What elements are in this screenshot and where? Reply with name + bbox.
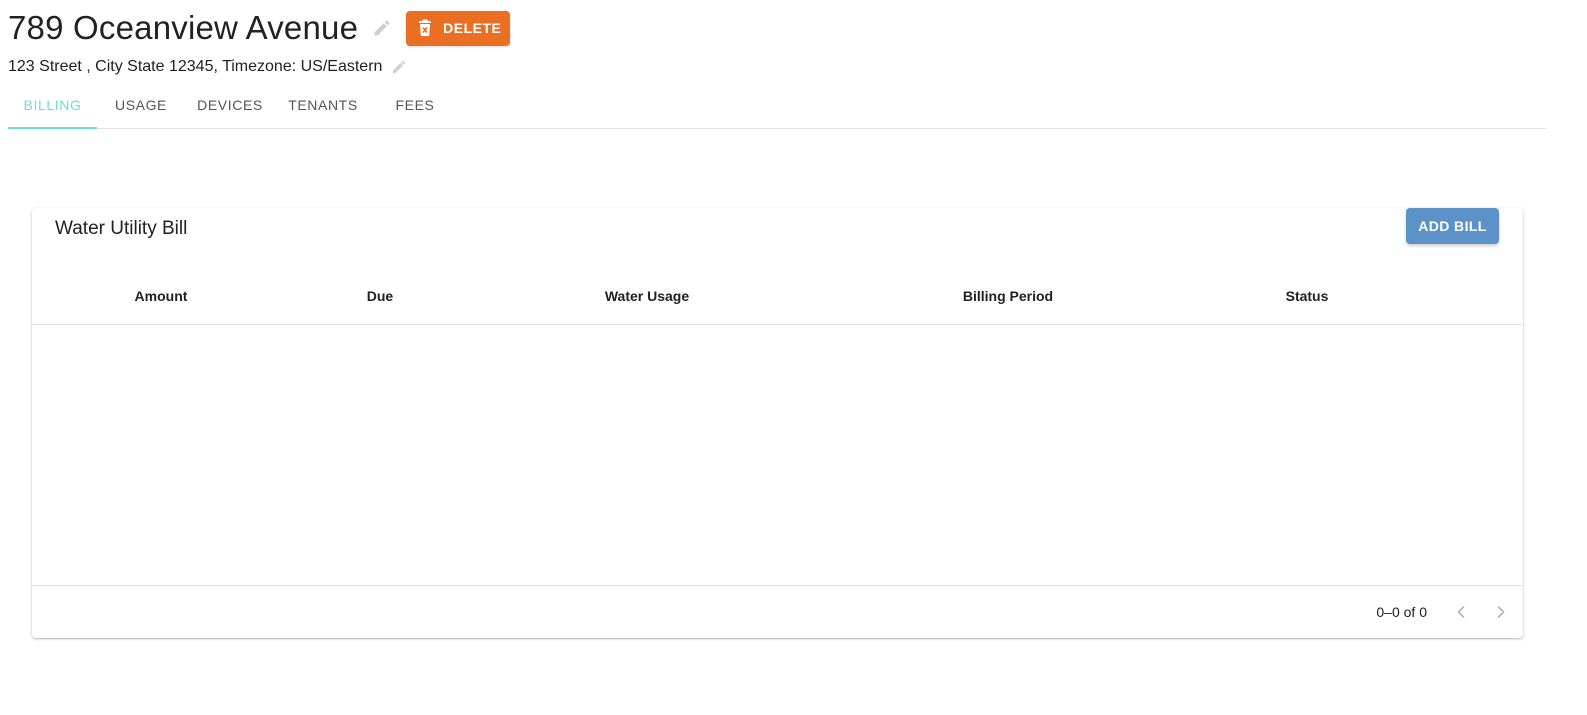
table-footer: 0–0 of 0 bbox=[32, 585, 1523, 638]
active-tab-indicator bbox=[8, 127, 97, 129]
table-header: Amount Due Water Usage Billing Period St… bbox=[32, 268, 1523, 325]
add-bill-button[interactable]: ADD BILL bbox=[1406, 208, 1499, 244]
edit-title-pencil-icon[interactable] bbox=[370, 16, 394, 40]
column-header-water-usage[interactable]: Water Usage bbox=[605, 268, 689, 324]
table-body bbox=[32, 325, 1523, 585]
column-header-billing-period[interactable]: Billing Period bbox=[963, 268, 1053, 324]
address-row: 123 Street , City State 12345, Timezone:… bbox=[8, 56, 408, 78]
card-title: Water Utility Bill bbox=[55, 218, 188, 239]
billing-card: Water Utility Bill ADD BILL Amount Due W… bbox=[32, 208, 1523, 638]
tab-tenants[interactable]: TENANTS bbox=[281, 82, 365, 128]
address-text: 123 Street , City State 12345, Timezone:… bbox=[8, 58, 383, 75]
edit-address-pencil-icon[interactable] bbox=[390, 58, 408, 76]
pagination-range: 0–0 of 0 bbox=[1376, 604, 1427, 620]
title-row: 789 Oceanview Avenue DELETE bbox=[8, 9, 511, 46]
tab-fees[interactable]: FEES bbox=[374, 82, 456, 128]
chevron-left-icon[interactable] bbox=[1449, 600, 1473, 624]
tab-devices[interactable]: DEVICES bbox=[189, 82, 271, 128]
chevron-right-icon[interactable] bbox=[1489, 600, 1513, 624]
column-header-amount[interactable]: Amount bbox=[135, 268, 188, 324]
column-header-due[interactable]: Due bbox=[367, 268, 393, 324]
tab-billing[interactable]: BILLING bbox=[8, 82, 97, 128]
delete-button-label: DELETE bbox=[443, 20, 502, 36]
trash-icon bbox=[417, 19, 433, 37]
page-title: 789 Oceanview Avenue bbox=[8, 9, 359, 46]
tab-usage[interactable]: USAGE bbox=[101, 82, 181, 128]
column-header-status[interactable]: Status bbox=[1286, 268, 1329, 324]
tab-bar: BILLING USAGE DEVICES TENANTS FEES bbox=[8, 82, 1547, 129]
delete-button[interactable]: DELETE bbox=[406, 10, 511, 46]
